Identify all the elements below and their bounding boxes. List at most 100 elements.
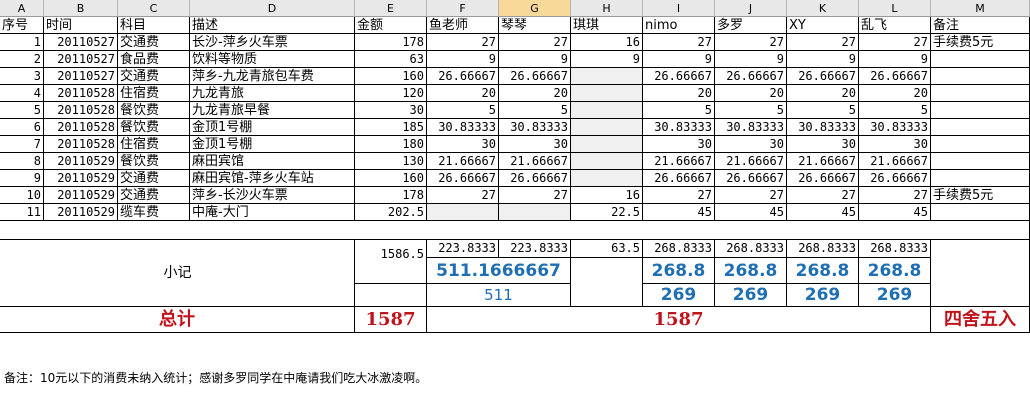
data-cell[interactable]: 10 [0, 187, 44, 204]
data-cell[interactable]: 27 [643, 34, 715, 51]
data-cell[interactable]: 30 [643, 136, 715, 153]
data-cell[interactable]: 21.66667 [427, 153, 499, 170]
data-cell[interactable] [571, 119, 643, 136]
data-cell[interactable]: 22.5 [571, 204, 643, 221]
data-cell[interactable]: 20110528 [44, 119, 118, 136]
data-cell[interactable]: 手续费5元 [931, 187, 1030, 204]
data-cell[interactable]: 5 [643, 102, 715, 119]
data-cell[interactable]: 萍乡-长沙火车票 [190, 187, 355, 204]
data-cell[interactable]: 餐饮费 [118, 119, 190, 136]
data-cell[interactable]: 金顶1号棚 [190, 136, 355, 153]
data-cell[interactable]: 9 [571, 51, 643, 68]
data-cell[interactable]: 20 [787, 85, 859, 102]
data-cell[interactable]: 20110527 [44, 68, 118, 85]
data-cell[interactable]: 5 [859, 102, 931, 119]
data-cell[interactable]: 20 [643, 85, 715, 102]
subtotal-rounded-cell[interactable]: 268.8 [643, 258, 715, 284]
data-cell[interactable] [571, 68, 643, 85]
data-cell[interactable]: 餐饮费 [118, 102, 190, 119]
data-cell[interactable] [931, 204, 1030, 221]
data-cell[interactable]: 中庵-大门 [190, 204, 355, 221]
data-cell[interactable]: 185 [355, 119, 427, 136]
data-cell[interactable]: 30 [427, 136, 499, 153]
column-header-h[interactable]: H [571, 0, 643, 17]
data-cell[interactable]: 5 [499, 102, 571, 119]
data-cell[interactable]: 30.83333 [715, 119, 787, 136]
data-cell[interactable] [571, 136, 643, 153]
data-cell[interactable] [931, 51, 1030, 68]
data-cell[interactable] [571, 170, 643, 187]
data-cell[interactable]: 9 [715, 51, 787, 68]
header-cell[interactable]: XY [787, 17, 859, 34]
subtotal-person-cell[interactable]: 268.8333 [715, 240, 787, 258]
data-cell[interactable]: 20 [427, 85, 499, 102]
data-cell[interactable]: 45 [859, 204, 931, 221]
data-cell[interactable]: 26.66667 [787, 68, 859, 85]
data-cell[interactable]: 27 [787, 187, 859, 204]
data-cell[interactable]: 27 [859, 34, 931, 51]
data-cell[interactable] [931, 119, 1030, 136]
data-cell[interactable]: 金顶1号棚 [190, 119, 355, 136]
data-cell[interactable]: 26.66667 [643, 68, 715, 85]
data-cell[interactable]: 45 [787, 204, 859, 221]
header-cell[interactable]: 金额 [355, 17, 427, 34]
header-cell[interactable]: 琪琪 [571, 17, 643, 34]
data-cell[interactable]: 45 [643, 204, 715, 221]
subtotal-person-cell[interactable]: 268.8333 [787, 240, 859, 258]
column-header-e[interactable]: E [355, 0, 427, 17]
column-header-b[interactable]: B [44, 0, 118, 17]
data-cell[interactable]: 130 [355, 153, 427, 170]
data-cell[interactable]: 27 [499, 34, 571, 51]
subtotal-final-cell[interactable]: 269 [715, 284, 787, 307]
data-cell[interactable]: 九龙青旅 [190, 85, 355, 102]
grand-total-left[interactable]: 1587 [355, 307, 427, 333]
data-cell[interactable]: 30 [499, 136, 571, 153]
header-cell[interactable]: 乱飞 [859, 17, 931, 34]
empty-row[interactable] [0, 221, 1030, 240]
data-cell[interactable]: 21.66667 [787, 153, 859, 170]
data-cell[interactable]: 30.83333 [787, 119, 859, 136]
data-cell[interactable]: 11 [0, 204, 44, 221]
data-cell[interactable]: 30 [787, 136, 859, 153]
column-header-c[interactable]: C [118, 0, 190, 17]
data-cell[interactable]: 21.66667 [859, 153, 931, 170]
subtotal-rounded-cell[interactable]: 268.8 [715, 258, 787, 284]
data-cell[interactable]: 20110527 [44, 51, 118, 68]
data-cell[interactable] [931, 153, 1030, 170]
data-cell[interactable]: 45 [715, 204, 787, 221]
subtotal-final-cell[interactable]: 269 [787, 284, 859, 307]
data-cell[interactable]: 4 [0, 85, 44, 102]
subtotal-total-blank[interactable] [355, 284, 427, 307]
header-cell[interactable]: 时间 [44, 17, 118, 34]
data-cell[interactable]: 178 [355, 34, 427, 51]
subtotal-person-cell[interactable]: 268.8333 [643, 240, 715, 258]
data-cell[interactable]: 27 [715, 34, 787, 51]
header-cell[interactable]: 琴琴 [499, 17, 571, 34]
data-cell[interactable]: 30.83333 [427, 119, 499, 136]
data-cell[interactable]: 交通费 [118, 187, 190, 204]
data-cell[interactable]: 20110529 [44, 153, 118, 170]
data-cell[interactable]: 21.66667 [643, 153, 715, 170]
data-cell[interactable]: 9 [643, 51, 715, 68]
data-cell[interactable]: 26.66667 [715, 68, 787, 85]
data-cell[interactable] [931, 68, 1030, 85]
data-cell[interactable]: 120 [355, 85, 427, 102]
data-cell[interactable]: 手续费5元 [931, 34, 1030, 51]
data-cell[interactable]: 2 [0, 51, 44, 68]
column-header-k[interactable]: K [787, 0, 859, 17]
data-cell[interactable] [571, 102, 643, 119]
data-cell[interactable]: 食品费 [118, 51, 190, 68]
data-cell[interactable]: 30.83333 [643, 119, 715, 136]
data-cell[interactable]: 26.66667 [859, 68, 931, 85]
data-cell[interactable]: 16 [571, 34, 643, 51]
data-cell[interactable]: 住宿费 [118, 85, 190, 102]
data-cell[interactable]: 27 [427, 34, 499, 51]
data-cell[interactable]: 9 [859, 51, 931, 68]
data-cell[interactable]: 160 [355, 68, 427, 85]
data-cell[interactable]: 21.66667 [499, 153, 571, 170]
data-cell[interactable]: 萍乡-九龙青旅包车费 [190, 68, 355, 85]
column-header-a[interactable]: A [0, 0, 44, 17]
subtotal-remark-cell[interactable] [931, 240, 1030, 307]
data-cell[interactable]: 26.66667 [499, 170, 571, 187]
subtotal-rounded-cell[interactable]: 268.8 [787, 258, 859, 284]
